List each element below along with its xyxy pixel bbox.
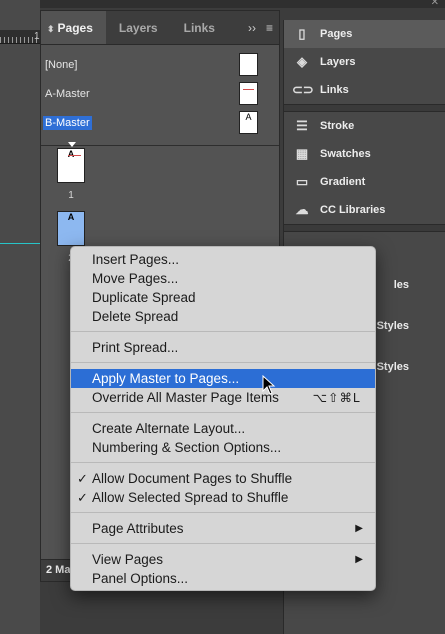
dock-label: Swatches [320,148,371,160]
close-icon[interactable]: ✕ [431,0,439,8]
master-thumbnail: A [239,111,258,134]
master-item-a[interactable]: A-Master [41,79,279,108]
page-number: 1 [68,190,74,201]
menu-item-print-spread[interactable]: Print Spread... [71,338,375,357]
ruler-number: 1 [34,31,40,42]
guide-line [0,243,40,244]
cc-libraries-icon: ☁ [295,202,309,217]
panel-divider [41,145,279,146]
menu-item-label: Duplicate Spread [92,290,196,305]
menu-item-label: Print Spread... [92,340,179,355]
panel-menu-icon[interactable]: ≡ [266,21,273,35]
menu-item-label: Allow Document Pages to Shuffle [92,471,293,486]
menu-separator [71,362,375,363]
menu-item-label: Numbering & Section Options... [92,440,282,455]
current-page-marker-icon [68,142,76,147]
menu-item-label: Create Alternate Layout... [92,421,246,436]
menu-item-label: Panel Options... [92,571,189,586]
menu-item-label: Delete Spread [92,309,179,324]
menu-item-move-pages[interactable]: Move Pages... [71,269,375,288]
master-label: B-Master [43,115,92,130]
links-icon: ⊂⊃ [292,82,314,97]
tab-layers[interactable]: Layers [106,11,171,44]
master-thumbnail [239,82,258,105]
menu-item-label: Move Pages... [92,271,179,286]
mouse-cursor-icon [262,375,276,395]
menu-item-view-pages[interactable]: View Pages ▶ [71,550,375,569]
submenu-arrow-icon: ▶ [355,554,363,565]
menu-item-apply-master[interactable]: Apply Master to Pages... [71,369,375,388]
dock-item-swatches[interactable]: ▦ Swatches [284,140,445,168]
master-thumbnail [239,53,258,76]
menu-separator [71,543,375,544]
menu-separator [71,412,375,413]
page-master-letter: A [67,212,75,222]
menu-item-create-alternate-layout[interactable]: Create Alternate Layout... [71,419,375,438]
page-thumbnail: A [57,142,85,183]
dock-partial-label: Styles [376,361,409,373]
checkmark-icon: ✓ [77,470,88,486]
menu-item-allow-document-shuffle[interactable]: ✓ Allow Document Pages to Shuffle [71,469,375,488]
menu-item-page-attributes[interactable]: Page Attributes ▶ [71,519,375,538]
dock-label: Layers [320,56,356,68]
dock-label: Gradient [320,176,366,188]
dock-label: Links [320,84,349,96]
menu-separator [71,512,375,513]
menu-item-panel-options[interactable]: Panel Options... [71,569,375,588]
menu-item-label: Insert Pages... [92,252,180,267]
menu-item-label: Override All Master Page Items [92,390,279,405]
page-content-line [68,155,81,156]
panel-tabs: ⬍ Pages Layers Links ›› ≡ [41,11,279,45]
swatches-icon: ▦ [295,146,309,161]
menu-item-delete-spread[interactable]: Delete Spread [71,307,375,326]
context-menu: Insert Pages... Move Pages... Duplicate … [70,246,376,591]
dock-label: CC Libraries [320,204,386,216]
page-master-letter: A [67,149,75,159]
dock-separator [284,224,445,232]
dock-item-stroke[interactable]: ☰ Stroke [284,112,445,140]
menu-item-label: Allow Selected Spread to Shuffle [92,490,289,505]
menu-item-label: View Pages [92,552,164,567]
menu-item-numbering-section-options[interactable]: Numbering & Section Options... [71,438,375,457]
dock-item-cc-libraries[interactable]: ☁ CC Libraries [284,196,445,224]
menu-separator [71,331,375,332]
top-bar: ✕ [0,0,445,8]
master-item-b[interactable]: B-Master A [41,108,279,137]
horizontal-ruler: 1 [0,30,40,44]
tab-links[interactable]: Links [171,11,228,44]
menu-item-label: Apply Master to Pages... [92,371,240,386]
dock-partial-label: les [393,279,409,291]
menu-item-duplicate-spread[interactable]: Duplicate Spread [71,288,375,307]
page-item[interactable]: A 1 [57,142,85,201]
menu-item-allow-spread-shuffle[interactable]: ✓ Allow Selected Spread to Shuffle [71,488,375,507]
stroke-icon: ☰ [296,118,308,133]
master-label: A-Master [45,87,90,100]
layers-icon: ◈ [297,54,307,69]
dock-item-links[interactable]: ⊂⊃ Links [284,76,445,104]
menu-item-label: Page Attributes [92,521,184,536]
document-canvas[interactable]: 1 [0,0,40,634]
menu-item-insert-pages[interactable]: Insert Pages... [71,250,375,269]
page-thumbnail: A [57,211,85,246]
master-label: [None] [45,58,78,71]
pages-icon: ▯ [298,26,306,41]
dock-separator [284,104,445,112]
menu-item-override-master-items[interactable]: Override All Master Page Items ⌥⇧⌘L [71,388,375,407]
dock-item-gradient[interactable]: ▭ Gradient [284,168,445,196]
dock-item-pages[interactable]: ▯ Pages [284,20,445,48]
collapse-panel-icon[interactable]: ›› [248,21,256,35]
tab-pages[interactable]: ⬍ Pages [41,11,106,44]
dock-partial-label: Styles [376,320,409,332]
dock-label: Stroke [320,120,355,132]
menu-shortcut: ⌥⇧⌘L [312,391,361,405]
checkmark-icon: ✓ [77,489,88,505]
reorder-arrows-icon: ⬍ [47,24,55,34]
dock-item-layers[interactable]: ◈ Layers [284,48,445,76]
master-item-none[interactable]: [None] [41,50,279,79]
gradient-icon: ▭ [295,174,309,189]
tab-label: Pages [57,21,93,35]
menu-separator [71,462,375,463]
submenu-arrow-icon: ▶ [355,523,363,534]
dock-label: Pages [320,28,353,40]
